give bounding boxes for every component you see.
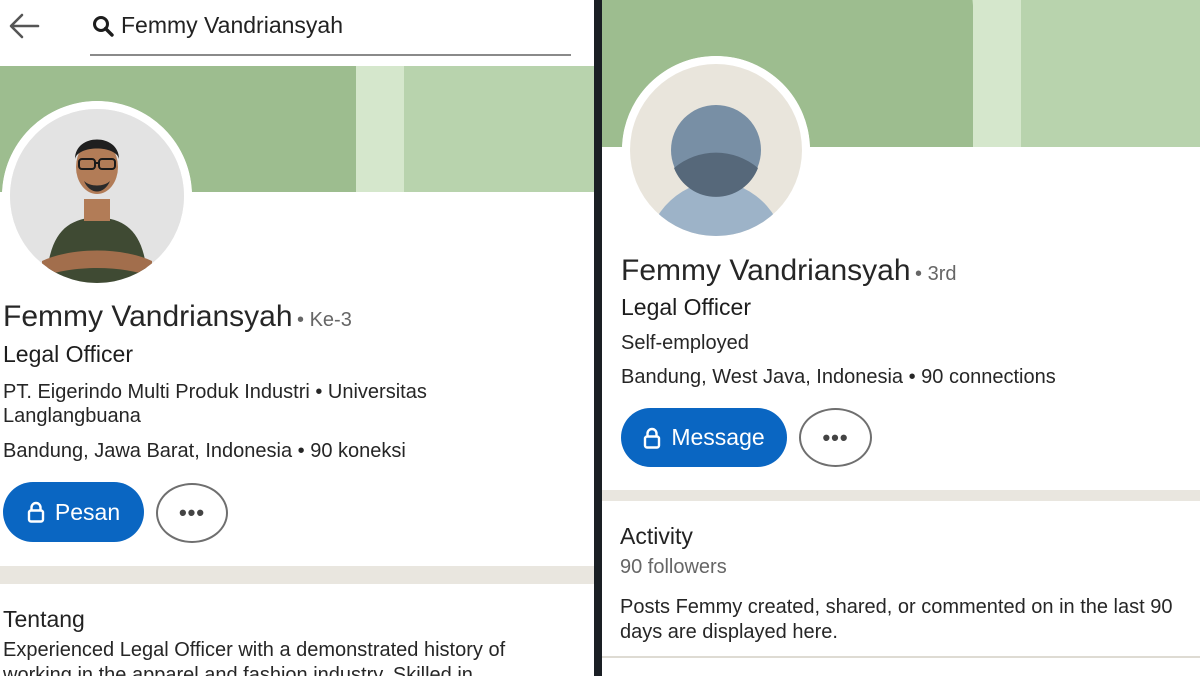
profile-photo[interactable] <box>622 56 810 244</box>
search-input[interactable]: Femmy Vandriansyah <box>121 12 343 39</box>
profile-name-row: Femmy Vandriansyah • Ke-3 <box>3 300 352 334</box>
activity-description: Posts Femmy created, shared, or commente… <box>620 596 1173 643</box>
profile-location: Bandung, Jawa Barat, Indonesia • 90 kone… <box>3 440 406 462</box>
profile-name-row: Femmy Vandriansyah • 3rd <box>621 254 956 288</box>
connection-degree: • 3rd <box>915 263 957 285</box>
more-button[interactable]: ••• <box>156 483 228 543</box>
about-title: Tentang <box>3 606 85 632</box>
profile-photo[interactable] <box>2 101 192 291</box>
profile-company: Self-employed <box>621 332 749 354</box>
lock-icon <box>644 427 661 449</box>
section-divider <box>602 490 1200 501</box>
message-button[interactable]: Pesan <box>3 482 144 542</box>
lock-icon <box>27 501 45 523</box>
default-avatar-icon <box>622 56 810 244</box>
profile-name: Femmy Vandriansyah <box>3 300 293 333</box>
more-dots-icon: ••• <box>822 424 849 450</box>
more-dots-icon: ••• <box>178 500 206 525</box>
profile-headline: Legal Officer <box>3 341 133 367</box>
message-button[interactable]: Message <box>621 408 787 467</box>
section-divider <box>602 656 1200 658</box>
profile-panel-indonesian: Femmy Vandriansyah Femmy Vandriansyah • … <box>0 0 594 676</box>
profile-location: Bandung, West Java, Indonesia • 90 conne… <box>621 366 1056 388</box>
more-button[interactable]: ••• <box>799 408 872 467</box>
connection-degree: • Ke-3 <box>297 309 352 331</box>
message-button-label: Pesan <box>54 498 121 525</box>
profile-headline: Legal Officer <box>621 294 751 320</box>
message-button-label: Message <box>671 424 765 450</box>
activity-title: Activity <box>620 523 693 549</box>
back-arrow-icon[interactable] <box>6 8 42 44</box>
followers-count[interactable]: 90 followers <box>620 556 727 579</box>
profile-company-school: PT. Eigerindo Multi Produk Industri • Un… <box>3 381 427 427</box>
section-divider <box>0 566 594 584</box>
profile-name: Femmy Vandriansyah <box>621 254 911 287</box>
about-text: Experienced Legal Officer with a demonst… <box>3 639 506 676</box>
search-icon <box>93 16 114 37</box>
profile-panel-english: Femmy Vandriansyah • 3rd Legal Officer S… <box>602 0 1200 676</box>
search-bar[interactable]: Femmy Vandriansyah <box>90 6 571 56</box>
